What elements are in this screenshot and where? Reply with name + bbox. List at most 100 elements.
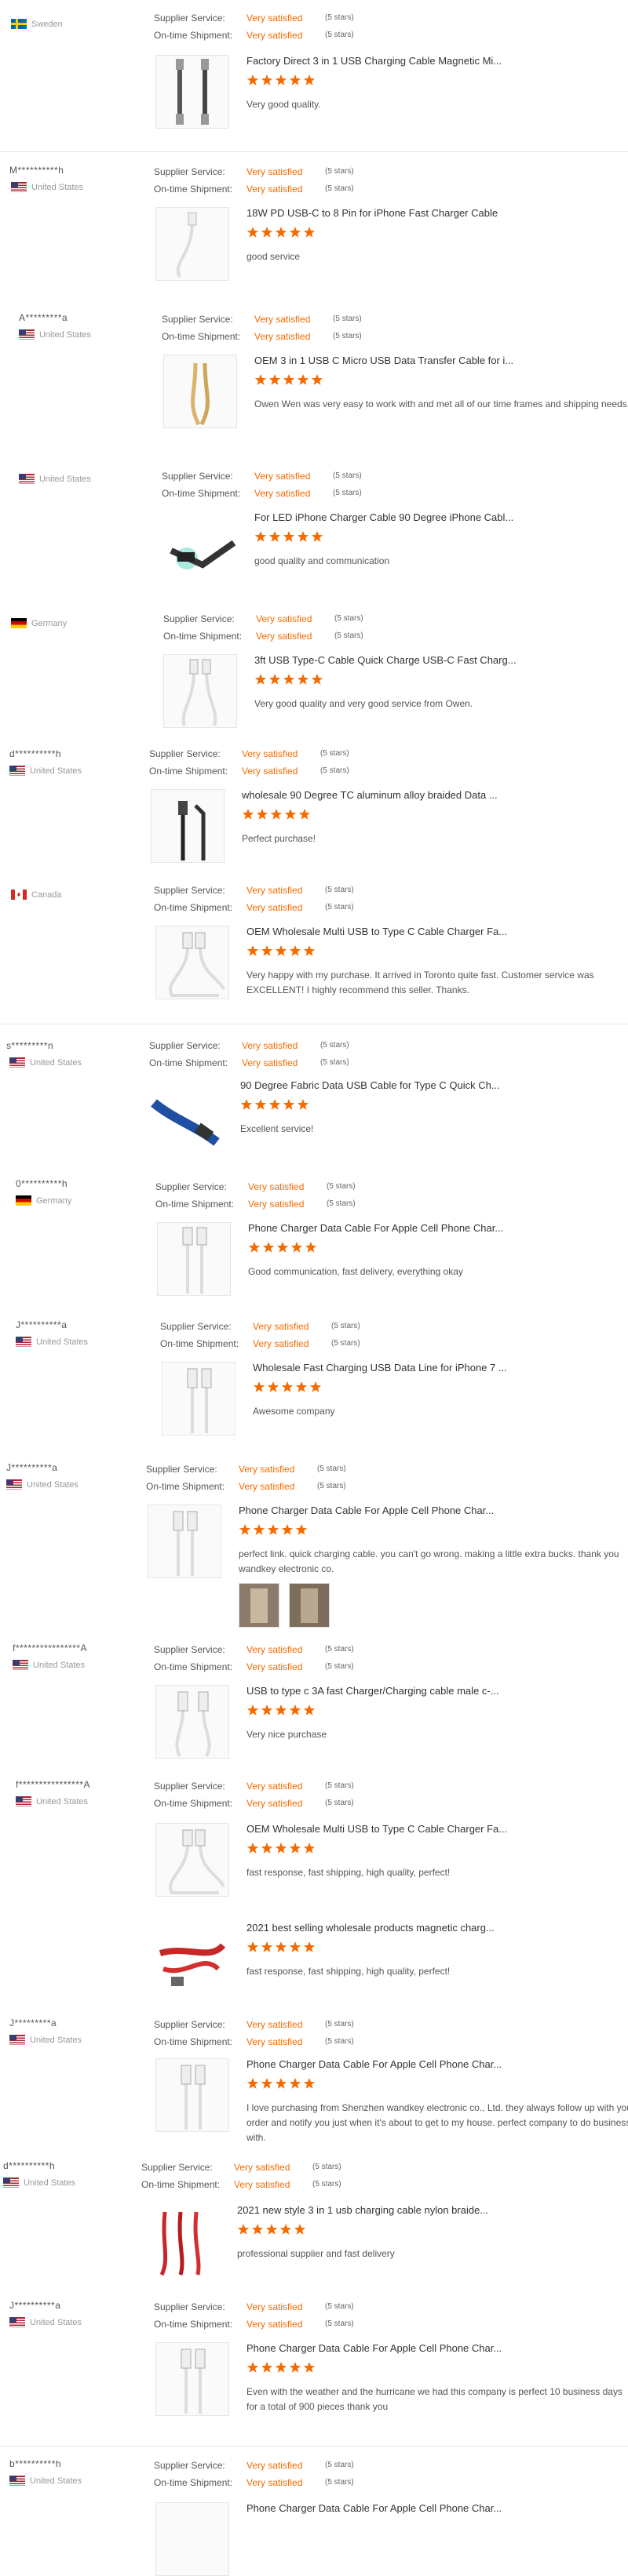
shipment-stars: (5 stars)	[333, 489, 362, 497]
star-icon	[303, 2077, 316, 2090]
product-title-link[interactable]: wholesale 90 Degree TC aluminum alloy br…	[242, 789, 498, 801]
review-comment: Very good quality and very good service …	[254, 698, 473, 709]
product-thumbnail[interactable]	[146, 2204, 218, 2276]
supplier-service-label: Supplier Service:	[163, 613, 235, 624]
shipment-stars: (5 stars)	[333, 332, 362, 340]
product-thumbnail[interactable]	[155, 2058, 229, 2132]
supplier-service-label: Supplier Service:	[154, 2301, 225, 2312]
divider	[0, 151, 628, 152]
supplier-service-stars: (5 stars)	[334, 614, 363, 623]
product-title-link[interactable]: Phone Charger Data Cable For Apple Cell …	[246, 2058, 502, 2070]
buyer-name: 0**********h	[16, 1178, 68, 1189]
buyer-country: Canada	[11, 890, 62, 900]
star-icon	[246, 226, 259, 238]
supplier-service-label: Supplier Service:	[162, 471, 233, 482]
product-title-link[interactable]: USB to type c 3A fast Charger/Charging c…	[246, 1685, 499, 1697]
product-title-link[interactable]: 2021 best selling wholesale products mag…	[246, 1922, 495, 1934]
star-icon	[305, 1241, 317, 1253]
review-stars	[246, 2361, 316, 2374]
shipment-label: On-time Shipment:	[149, 1057, 228, 1068]
review-comment: Very nice purchase	[246, 1729, 327, 1740]
product-thumbnail[interactable]	[155, 2502, 229, 2576]
product-thumbnail[interactable]	[155, 2342, 229, 2416]
product-thumbnail[interactable]	[149, 1079, 221, 1152]
product-thumbnail[interactable]	[162, 1362, 236, 1435]
supplier-service-value: Very satisfied	[246, 2301, 303, 2312]
buyer-name: d**********h	[3, 2160, 56, 2171]
buyer-country: United States	[6, 1479, 78, 1490]
review-comment: good service	[246, 251, 301, 262]
product-title-link[interactable]: 18W PD USB-C to 8 Pin for iPhone Fast Ch…	[246, 207, 498, 219]
product-thumbnail[interactable]	[163, 511, 236, 584]
product-title-link[interactable]: 3ft USB Type-C Cable Quick Charge USB-C …	[254, 654, 517, 666]
buyer-country: United States	[16, 1337, 88, 1347]
supplier-service-value: Very satisfied	[239, 1464, 295, 1475]
star-icon	[268, 1098, 281, 1111]
buyer-name: s*********n	[6, 1040, 54, 1051]
shipment-stars: (5 stars)	[334, 631, 363, 640]
product-thumbnail[interactable]	[151, 789, 225, 863]
product-thumbnail[interactable]	[148, 1504, 221, 1578]
product-title-link[interactable]: Phone Charger Data Cable For Apple Cell …	[246, 2502, 502, 2514]
shipment-value: Very satisfied	[242, 1057, 298, 1068]
star-icon	[275, 2077, 287, 2090]
product-thumbnail[interactable]	[155, 1922, 228, 1994]
star-icon	[295, 1523, 308, 1536]
product-thumbnail[interactable]	[155, 207, 229, 281]
review-stars	[253, 1381, 322, 1393]
supplier-ratings: Supplier Service: Very satisfied (5 stars)…	[154, 882, 354, 916]
flag-us-icon	[9, 766, 25, 776]
country-name: Canada	[31, 890, 62, 900]
star-icon	[275, 1941, 287, 1953]
product-thumbnail[interactable]	[157, 1222, 231, 1296]
product-title-link[interactable]: 2021 new style 3 in 1 usb charging cable…	[237, 2204, 488, 2216]
review-comment: perfect link. quick charging cable. you …	[239, 1548, 619, 1574]
supplier-ratings: Supplier Service: Very satisfied (5 stars)…	[155, 1178, 356, 1213]
product-title-link[interactable]: For LED iPhone Charger Cable 90 Degree i…	[254, 511, 513, 523]
supplier-service-value: Very satisfied	[248, 1181, 305, 1192]
product-title-link[interactable]: Phone Charger Data Cable For Apple Cell …	[239, 1504, 494, 1516]
supplier-service-value: Very satisfied	[253, 1321, 309, 1332]
product-title-link[interactable]: OEM 3 in 1 USB C Micro USB Data Transfer…	[254, 355, 513, 366]
star-icon	[279, 2223, 292, 2236]
supplier-service-value: Very satisfied	[242, 748, 298, 759]
star-icon	[254, 530, 267, 543]
shipment-stars: (5 stars)	[317, 1482, 346, 1490]
supplier-service-stars: (5 stars)	[325, 2302, 354, 2311]
product-thumbnail[interactable]	[155, 1823, 229, 1897]
star-icon	[303, 226, 316, 238]
shipment-label: On-time Shipment:	[154, 30, 233, 41]
review-photo[interactable]	[289, 1583, 330, 1628]
product-title-link[interactable]: OEM Wholesale Multi USB to Type C Cable …	[246, 926, 507, 937]
supplier-service-label: Supplier Service:	[154, 1781, 225, 1792]
review-photo[interactable]	[239, 1583, 279, 1628]
product-title-link[interactable]: Factory Direct 3 in 1 USB Charging Cable…	[246, 55, 502, 67]
shipment-label: On-time Shipment:	[154, 2036, 233, 2047]
product-title-link[interactable]: OEM Wholesale Multi USB to Type C Cable …	[246, 1823, 507, 1835]
product-thumbnail[interactable]	[163, 654, 237, 728]
star-icon	[289, 1842, 301, 1854]
product-thumbnail[interactable]	[155, 926, 229, 999]
review-stars	[246, 2077, 316, 2090]
supplier-service-value: Very satisfied	[246, 166, 303, 177]
review-comment: good quality and communication	[254, 555, 390, 566]
star-icon	[275, 2361, 287, 2374]
supplier-service-stars: (5 stars)	[331, 1322, 360, 1330]
product-thumbnail[interactable]	[163, 355, 237, 428]
shipment-label: On-time Shipment:	[154, 2319, 233, 2330]
product-thumbnail[interactable]	[155, 55, 229, 129]
star-icon	[270, 808, 283, 820]
supplier-service-value: Very satisfied	[246, 885, 303, 896]
flag-us-icon	[13, 1660, 28, 1670]
product-title-link[interactable]: 90 Degree Fabric Data USB Cable for Type…	[240, 1079, 500, 1091]
flag-us-icon	[9, 2476, 25, 2486]
product-title-link[interactable]: Phone Charger Data Cable For Apple Cell …	[248, 1222, 503, 1234]
supplier-service-value: Very satisfied	[246, 1644, 303, 1655]
product-title-link[interactable]: Wholesale Fast Charging USB Data Line fo…	[253, 1362, 507, 1374]
star-icon	[309, 1381, 322, 1393]
product-title-link[interactable]: Phone Charger Data Cable For Apple Cell …	[246, 2342, 502, 2354]
star-icon	[237, 2223, 250, 2236]
review-stars	[240, 1098, 309, 1111]
supplier-ratings: Supplier Service: Very satisfied (5 stars)…	[154, 1641, 354, 1675]
product-thumbnail[interactable]	[155, 1685, 229, 1759]
